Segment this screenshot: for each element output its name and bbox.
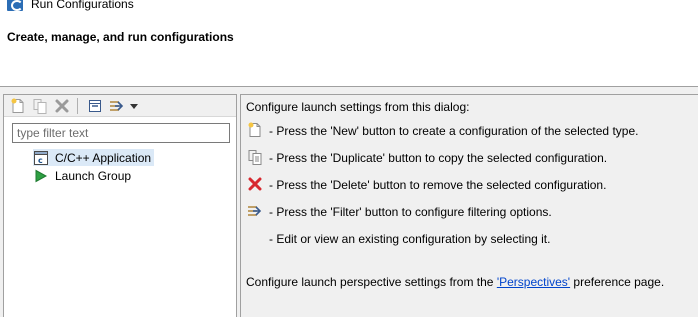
- help-line-duplicate: - Press the 'Duplicate' button to copy t…: [269, 151, 608, 165]
- tree-item-label: Launch Group: [55, 168, 132, 183]
- perspectives-info: Configure launch perspective settings fr…: [246, 275, 664, 289]
- tree-item-c-cpp-application[interactable]: c C/C++ Application: [33, 149, 155, 166]
- chevron-down-icon: [130, 104, 138, 109]
- tree-item-launch-group[interactable]: Launch Group: [33, 167, 131, 184]
- duplicate-icon: [33, 99, 47, 114]
- eclipse-app-icon: [7, 0, 23, 11]
- help-panel: Configure launch settings from this dial…: [240, 94, 698, 317]
- new-document-icon: [247, 122, 263, 138]
- dialog-banner: Create, manage, and run configurations: [0, 14, 698, 86]
- collapse-all-icon: [89, 100, 101, 112]
- toolbar-separator: [77, 98, 78, 114]
- perspectives-prefix: Configure launch perspective settings fr…: [246, 275, 497, 289]
- tree-toolbar: [4, 95, 236, 117]
- banner-title: Create, manage, and run configurations: [7, 30, 234, 44]
- perspectives-suffix: preference page.: [570, 275, 665, 289]
- new-document-icon: [11, 98, 24, 113]
- duplicate-button[interactable]: [31, 97, 49, 115]
- tree-item-label: C/C++ Application: [55, 150, 152, 165]
- duplicate-icon: [247, 149, 263, 165]
- perspectives-link[interactable]: 'Perspectives': [497, 275, 570, 289]
- configuration-tree-panel: c C/C++ Application Launch Group: [3, 94, 237, 317]
- title-bar: Run Configurations: [0, 0, 698, 14]
- delete-x-icon: [55, 99, 69, 113]
- collapse-all-button[interactable]: [86, 97, 104, 115]
- filter-button[interactable]: [108, 97, 126, 115]
- c-application-icon: c: [33, 150, 49, 166]
- svg-text:c: c: [38, 156, 43, 165]
- view-menu-button[interactable]: [128, 97, 140, 115]
- filter-icon: [247, 203, 263, 219]
- launch-group-icon: [33, 168, 49, 184]
- window-title: Run Configurations: [31, 0, 134, 11]
- new-launch-configuration-button[interactable]: [9, 97, 27, 115]
- delete-button[interactable]: [53, 97, 71, 115]
- help-line-delete: - Press the 'Delete' button to remove th…: [269, 178, 607, 192]
- help-line-filter: - Press the 'Filter' button to configure…: [269, 205, 552, 219]
- help-line-new: - Press the 'New' button to create a con…: [269, 124, 639, 138]
- help-intro: Configure launch settings from this dial…: [246, 100, 470, 114]
- delete-x-icon: [247, 176, 263, 192]
- filter-icon: [110, 101, 124, 111]
- help-line-edit: - Edit or view an existing configuration…: [269, 232, 551, 246]
- filter-text-input[interactable]: [12, 123, 230, 143]
